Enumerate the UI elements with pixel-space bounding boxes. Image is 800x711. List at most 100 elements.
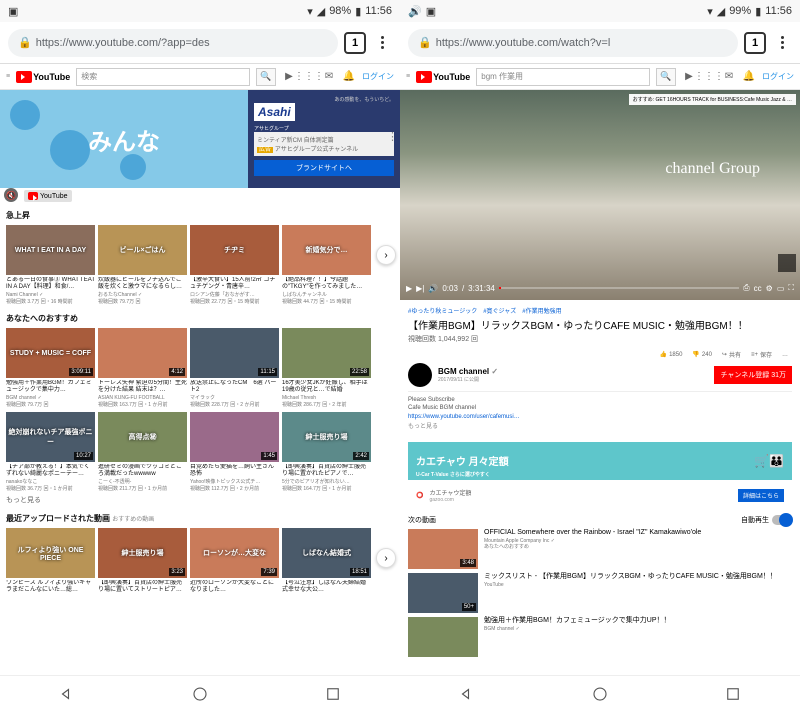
recommend-overlay[interactable]: おすすめ: GET 16HOURS TRACK for BUSINESS:Caf…	[629, 94, 796, 105]
thumbs-up-icon: 👍	[660, 351, 667, 358]
save-button[interactable]: ≡+保存	[751, 350, 772, 359]
more-link[interactable]: もっと見る	[6, 495, 394, 505]
signal-icon: ◢	[317, 5, 325, 18]
video-card[interactable]: ルフィより強い ONE PIECE ワンピース ルフィより強いキャラまだこんなに…	[6, 528, 95, 595]
status-bar: ▣ ▾ ◢ 98% ▮ 11:56	[0, 0, 400, 22]
volume-button[interactable]: 🔊	[428, 284, 438, 293]
cc-icon[interactable]: cc	[754, 284, 762, 293]
search-input[interactable]: bgm 作業用	[476, 68, 650, 86]
phone-right: 🔊 ▣ ▾ ◢ 99% ▮ 11:56 🔒 https://www.youtub…	[400, 0, 800, 711]
section-recommended: あなたへのおすすめ	[6, 313, 394, 324]
scroll-right-button[interactable]: ›	[376, 245, 396, 265]
youtube-logo[interactable]: YouTube	[416, 71, 470, 83]
next-video[interactable]: 勉強用＋作業用BGM！カフェミュージックで集中力UP！！BGM channel …	[408, 617, 792, 657]
video-card[interactable]: STUDY + MUSIC = COFF 3:09:11 勉強用＋作業用BGM！…	[6, 328, 95, 408]
video-card[interactable]: 絶対崩れないチア最強ポニー 10:27 【チア部が教える！】本気でくずれない綺麗…	[6, 412, 95, 492]
fullscreen-icon[interactable]: ⛶	[788, 283, 794, 293]
messages-icon[interactable]: ✉	[722, 70, 736, 84]
battery-text: 99%	[729, 5, 751, 17]
up-next: 次の動画 自動再生 3:48 OFFICIAL Somewhere over t…	[400, 511, 800, 665]
search-input[interactable]: 検索	[76, 68, 250, 86]
video-card[interactable]: WHAT I EAT IN A DAY とある一日の食事③ WHAT I EAT…	[6, 225, 95, 305]
apps-icon[interactable]: ⋮⋮⋮	[702, 70, 716, 84]
clock: 11:56	[365, 5, 392, 17]
ad-cta-button[interactable]: ブランドサイトへ	[254, 160, 394, 176]
video-card[interactable]: ローソンが…大変な 7:39 近所のローソンが大変なことになりました…	[190, 528, 279, 595]
cast-icon[interactable]: ⎙	[743, 283, 749, 293]
ad-menu-icon[interactable]: ⋮	[387, 130, 398, 143]
back-button[interactable]	[458, 685, 476, 703]
thumbs-down-icon: 👎	[692, 351, 699, 358]
url-text: https://www.youtube.com/watch?v=l	[436, 37, 611, 49]
url-field[interactable]: 🔒 https://www.youtube.com/?app=des	[8, 29, 338, 57]
scroll-right-button[interactable]: ›	[376, 548, 396, 568]
next-button[interactable]: ▶|	[416, 284, 424, 293]
like-button[interactable]: 👍1850	[660, 351, 683, 358]
hamburger-icon[interactable]: ≡	[406, 73, 410, 80]
url-text: https://www.youtube.com/?app=des	[36, 37, 210, 49]
login-link[interactable]: ログイン	[762, 71, 794, 82]
channel-avatar[interactable]	[408, 363, 432, 387]
tab-switcher[interactable]: 1	[344, 32, 366, 54]
messages-icon[interactable]: ✉	[322, 70, 336, 84]
login-link[interactable]: ログイン	[362, 71, 394, 82]
search-button[interactable]: 🔍	[656, 68, 676, 86]
promo-banner[interactable]: カエチャウ 月々定額 U-Car T-Value さらに選びやすく 🛒👪	[408, 442, 792, 480]
video-card[interactable]: 紳士服売り場 2:42 【即興演奏】百貨店の紳士服売り場に置かれたピアノで… 5…	[282, 412, 371, 492]
hamburger-icon[interactable]: ≡	[6, 73, 10, 80]
video-card[interactable]: 紳士服売り場 3:23 【即興演奏】百貨店の紳士服売り場に置いてストリートピア…	[98, 528, 187, 595]
video-card[interactable]: ビール×ごはん 炊飯器にビールをブチ込んでご飯を炊くと激ウマになるらし… おるた…	[98, 225, 187, 305]
next-video[interactable]: 50+ ミックスリスト - 【作業用BGM】リラックスBGM・ゆったりCAFE …	[408, 573, 792, 613]
bell-icon[interactable]: 🔔	[342, 70, 356, 84]
browser-menu[interactable]	[772, 36, 792, 49]
video-card[interactable]: 11:15 放送禁止になったCM 6選 パート2 マイラック 視聴回数 228.…	[190, 328, 279, 408]
recent-button[interactable]	[324, 685, 342, 703]
back-button[interactable]	[58, 685, 76, 703]
play-button[interactable]: ▶	[406, 284, 412, 293]
show-more[interactable]: もっと見る	[408, 423, 792, 431]
player-controls: ▶ ▶| 🔊 0:03 / 3:31:34 ⎙ cc ⚙ ▭ ⛶	[400, 276, 800, 300]
video-card[interactable]: 4:12 トーレス矢神 緊迫の5分間！生死を分けた結果 結末は？… ASIAN …	[98, 328, 187, 408]
share-button[interactable]: ↪共有	[722, 350, 741, 359]
url-field[interactable]: 🔒 https://www.youtube.com/watch?v=l	[408, 29, 738, 57]
theater-icon[interactable]: ▭	[777, 284, 785, 293]
ad-logo: Asahi	[254, 103, 295, 121]
masthead-ad[interactable]: みんな あの感動を、もういちど。 Asahi アサヒグループ ミンティア新CM …	[0, 90, 400, 188]
youtube-logo[interactable]: YouTube	[16, 71, 70, 83]
phone-left: ▣ ▾ ◢ 98% ▮ 11:56 🔒 https://www.youtube.…	[0, 0, 400, 711]
settings-icon[interactable]: ⚙	[766, 284, 773, 293]
subscribe-button[interactable]: チャンネル登録 31万	[714, 366, 792, 384]
more-icon[interactable]: …	[782, 352, 788, 358]
browser-menu[interactable]	[372, 36, 392, 49]
tab-switcher[interactable]: 1	[744, 32, 766, 54]
video-card[interactable]: 新婚気分で… 【絶品料理？！】今話題の″TKGY″を作ってみました… しばなんチ…	[282, 225, 371, 305]
mute-icon[interactable]: 🔇	[4, 188, 18, 202]
hashtags[interactable]: #ゆったり秋ミュージック #寛ぐジャズ #作業用勉強用	[408, 306, 792, 315]
desc-link[interactable]: https://www.youtube.com/user/cafemusi…	[408, 414, 520, 420]
dislike-button[interactable]: 👎240	[692, 351, 712, 358]
section-recent: 最近アップロードされた動画 おすすめの動画	[6, 513, 394, 524]
autoplay-toggle[interactable]: 自動再生	[741, 515, 792, 525]
video-card[interactable]: 22:58 16才美少女JKが妊娠し、相手は19歳の従兄と…で結婚 Michae…	[282, 328, 371, 408]
lock-icon: 🔒	[418, 36, 432, 49]
bell-icon[interactable]: 🔔	[742, 70, 756, 84]
progress-bar[interactable]	[499, 287, 739, 289]
total-time: 3:31:34	[468, 284, 495, 293]
next-video[interactable]: 3:48 OFFICIAL Somewhere over the Rainbow…	[408, 529, 792, 569]
video-card[interactable]: 高得点㊙ 進研ゼミの漫画でツッコミどころ満載だったwwwww こーく-不透明- …	[98, 412, 187, 492]
home-button[interactable]	[191, 685, 209, 703]
watch-info: #ゆったり秋ミュージック #寛ぐジャズ #作業用勉強用 【作業用BGM】リラック…	[400, 300, 800, 438]
recent-button[interactable]	[724, 685, 742, 703]
video-player[interactable]: おすすめ: GET 16HOURS TRACK for BUSINESS:Caf…	[400, 90, 800, 300]
yt-header: ≡ YouTube 検索 🔍 ▶ ⋮⋮⋮ ✉ 🔔 ログイン	[0, 64, 400, 90]
recommended-shelf-2: 絶対崩れないチア最強ポニー 10:27 【チア部が教える！】本気でくずれない綺麗…	[6, 412, 394, 492]
video-card[interactable]: しばなん結婚式 18:51 【号泣注意】しばなん夫婦結婚式幸せな大公…	[282, 528, 371, 595]
home-button[interactable]	[591, 685, 609, 703]
video-card[interactable]: 1:45 目覚めたら愛猫を…飼い主さん恐怖 Yahoo!映像トピックス公式チ… …	[190, 412, 279, 492]
signal-icon: ◢	[717, 5, 725, 18]
apps-icon[interactable]: ⋮⋮⋮	[302, 70, 316, 84]
search-button[interactable]: 🔍	[256, 68, 276, 86]
channel-name[interactable]: BGM channel ✓	[438, 367, 498, 376]
video-card[interactable]: チヂミ 【激辛大食い】15人前!2㎡ コチュチゲング・青唐辛… ロシアン佐藤「お…	[190, 225, 279, 305]
promo-button[interactable]: 詳細はこちら	[738, 489, 784, 502]
